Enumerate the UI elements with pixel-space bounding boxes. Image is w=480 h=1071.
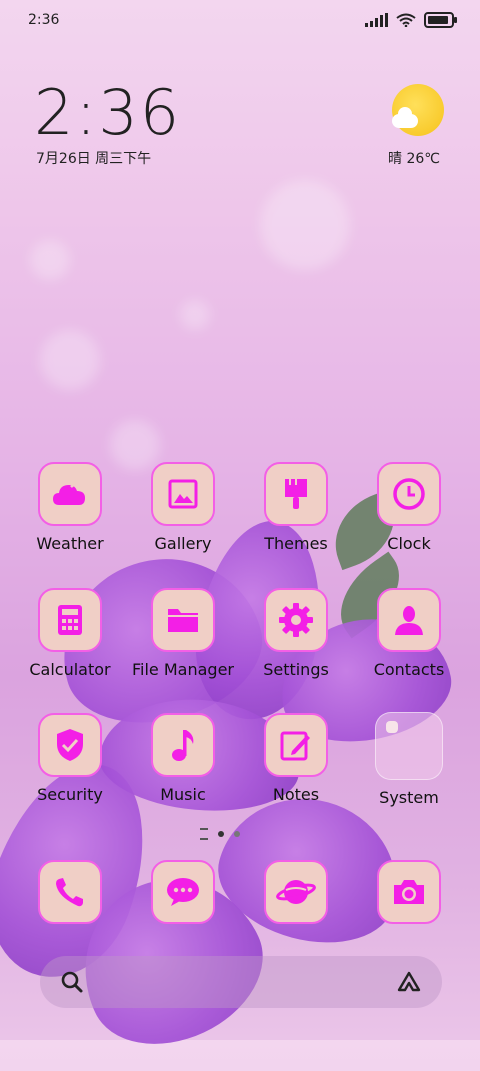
message-icon — [167, 878, 199, 906]
app-notes[interactable]: Notes — [240, 713, 352, 804]
app-label: Contacts — [373, 660, 445, 679]
status-bar: 2:36 — [0, 0, 480, 40]
app-calculator[interactable]: Calculator — [14, 588, 126, 679]
app-weather[interactable]: Weather — [14, 462, 126, 553]
dock-messages[interactable] — [127, 860, 239, 924]
mini-app-icon — [386, 721, 398, 733]
weather-icon — [53, 482, 85, 505]
signal-icon — [365, 13, 388, 27]
app-label: Calculator — [29, 660, 111, 679]
themes-brush-icon — [285, 479, 307, 509]
app-music[interactable]: Music — [127, 713, 239, 804]
dock-camera[interactable] — [353, 860, 465, 924]
widget-clock-time[interactable]: 2:36 — [34, 76, 181, 149]
app-label: Clock — [387, 534, 431, 553]
bokeh-light — [180, 300, 210, 330]
app-security[interactable]: Security — [14, 713, 126, 804]
app-tile[interactable] — [151, 462, 215, 526]
app-clock[interactable]: Clock — [353, 462, 465, 553]
page-dot — [234, 831, 240, 837]
status-time: 2:36 — [28, 12, 60, 28]
app-tile[interactable] — [377, 860, 441, 924]
app-tile[interactable] — [377, 588, 441, 652]
page-indicator[interactable] — [200, 828, 240, 840]
music-note-icon — [172, 730, 194, 761]
app-tile[interactable] — [151, 860, 215, 924]
person-icon — [395, 606, 423, 635]
app-label: Themes — [264, 534, 328, 553]
app-settings[interactable]: Settings — [240, 588, 352, 679]
assistant-icon[interactable] — [396, 970, 422, 994]
app-gallery[interactable]: Gallery — [127, 462, 239, 553]
bokeh-light — [40, 330, 100, 390]
system-folder-icon[interactable] — [375, 712, 443, 780]
app-label: File Manager — [132, 660, 234, 679]
app-tile[interactable] — [38, 713, 102, 777]
app-label: Notes — [272, 785, 320, 804]
dock-phone[interactable] — [14, 860, 126, 924]
app-label: Security — [37, 785, 103, 804]
app-tile[interactable] — [377, 462, 441, 526]
app-themes[interactable]: Themes — [240, 462, 352, 553]
folder-icon — [168, 609, 198, 632]
battery-icon — [424, 12, 457, 28]
app-label: Settings — [263, 660, 329, 679]
shield-check-icon — [57, 729, 83, 761]
calculator-icon — [58, 605, 82, 635]
app-file-manager[interactable]: File Manager — [127, 588, 239, 679]
app-tile[interactable] — [151, 588, 215, 652]
search-icon[interactable] — [60, 970, 84, 994]
app-tile[interactable] — [38, 588, 102, 652]
page-indicator-menu-icon — [200, 828, 208, 840]
app-label: System — [379, 788, 439, 807]
clock-icon — [393, 478, 425, 510]
weather-cloud-icon — [392, 107, 418, 128]
gallery-icon — [168, 479, 198, 509]
bokeh-light — [30, 240, 70, 280]
search-bar[interactable] — [40, 956, 442, 1008]
wifi-icon — [396, 13, 416, 27]
camera-icon — [394, 880, 424, 904]
browser-planet-icon — [276, 880, 316, 904]
app-label: Music — [160, 785, 206, 804]
app-tile[interactable] — [264, 860, 328, 924]
app-tile[interactable] — [264, 588, 328, 652]
app-contacts[interactable]: Contacts — [353, 588, 465, 679]
bokeh-light — [260, 180, 350, 270]
app-label: Gallery — [154, 534, 212, 553]
note-edit-icon — [280, 731, 310, 761]
dock-browser[interactable] — [240, 860, 352, 924]
status-icons — [365, 12, 457, 28]
weather-temperature: 晴 26℃ — [388, 151, 440, 167]
app-tile[interactable] — [264, 462, 328, 526]
app-tile[interactable] — [151, 713, 215, 777]
gear-icon — [279, 603, 313, 637]
app-tile[interactable] — [38, 860, 102, 924]
page-dot-active — [218, 831, 224, 837]
app-tile[interactable] — [38, 462, 102, 526]
app-tile[interactable] — [264, 713, 328, 777]
phone-icon — [56, 878, 83, 907]
app-label: Weather — [36, 534, 104, 553]
app-system-folder[interactable]: System — [353, 712, 465, 807]
widget-date: 7月26日 周三下午 — [36, 151, 152, 167]
